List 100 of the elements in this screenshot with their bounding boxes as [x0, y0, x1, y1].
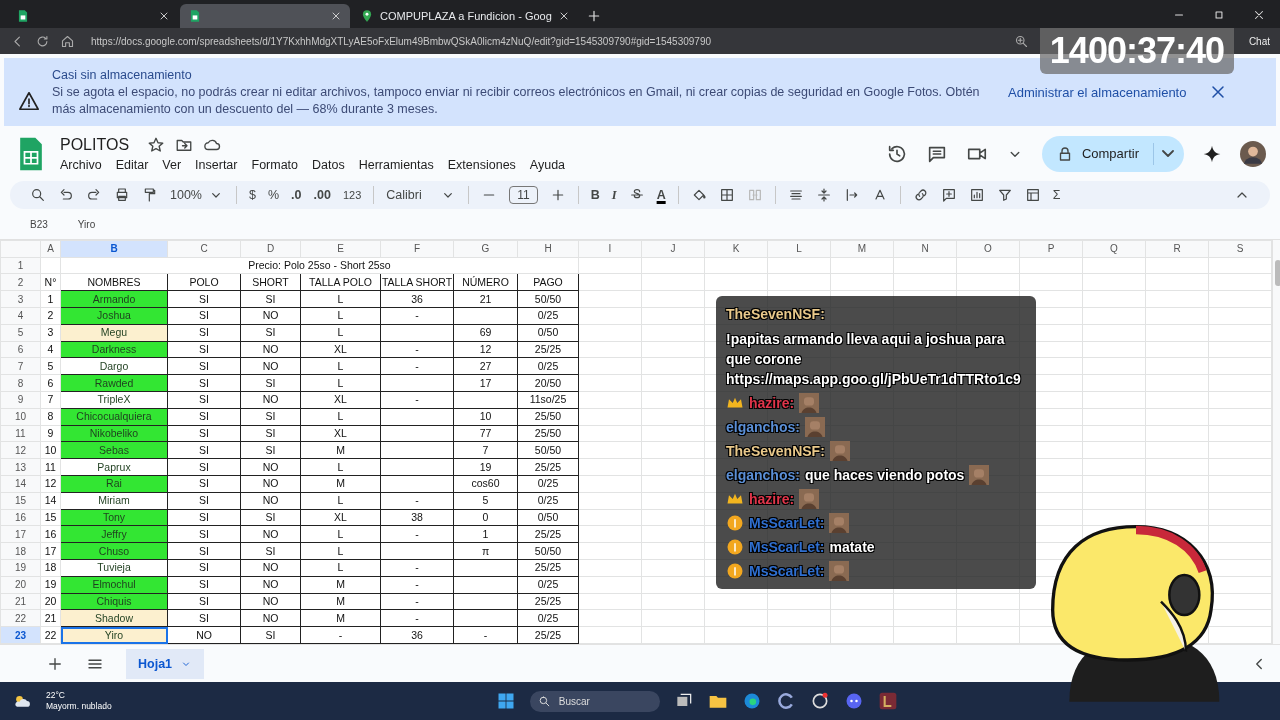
- column-header[interactable]: M: [830, 240, 894, 258]
- number-cell: 21: [40, 609, 61, 627]
- game-icon[interactable]: [877, 691, 898, 711]
- short-cell: NO: [240, 357, 301, 375]
- bold-button[interactable]: B: [590, 188, 600, 202]
- close-icon[interactable]: [1252, 8, 1266, 22]
- sheet-tab[interactable]: Hoja1: [126, 648, 205, 679]
- column-header[interactable]: K: [704, 240, 768, 258]
- star-icon[interactable]: [147, 135, 166, 154]
- functions-button[interactable]: Σ: [1052, 188, 1061, 202]
- emote-icon: [829, 441, 850, 461]
- polo-cell: SI: [167, 458, 241, 476]
- scrollbar-thumb[interactable]: [1275, 260, 1280, 286]
- align-icon[interactable]: [787, 187, 804, 203]
- menu-item[interactable]: Ver: [162, 157, 182, 172]
- menu-item[interactable]: Datos: [312, 157, 345, 172]
- menu-item[interactable]: Insertar: [195, 157, 238, 172]
- close-icon[interactable]: [330, 10, 342, 22]
- column-header[interactable]: G: [453, 240, 518, 258]
- browser-tab[interactable]: [180, 4, 350, 28]
- italic-button[interactable]: I: [611, 187, 617, 203]
- column-header[interactable]: Q: [1082, 240, 1146, 258]
- menu-item[interactable]: Editar: [115, 157, 149, 172]
- currency-button[interactable]: $: [249, 188, 256, 202]
- column-header[interactable]: J: [641, 240, 705, 258]
- font-size-field[interactable]: 11: [509, 186, 538, 204]
- zoom-icon[interactable]: [1013, 33, 1029, 49]
- number-cell: 12: [453, 341, 518, 358]
- column-header[interactable]: E: [300, 240, 381, 258]
- document-title[interactable]: POLITOS: [60, 135, 130, 154]
- number-cell: 3: [40, 324, 61, 342]
- column-header[interactable]: D: [240, 240, 301, 258]
- number-cell: 16: [40, 525, 61, 543]
- close-icon[interactable]: [158, 10, 170, 22]
- number-cell: 12: [40, 475, 61, 493]
- number-cell: 2: [40, 307, 61, 325]
- menu-item[interactable]: Archivo: [60, 157, 102, 172]
- column-header[interactable]: N: [893, 240, 957, 258]
- size-cell: -: [380, 307, 454, 325]
- spreadsheet-icon: [188, 9, 202, 23]
- payment-cell: 0/25: [517, 357, 579, 375]
- percent-button[interactable]: %: [267, 188, 280, 202]
- short-cell: SI: [240, 324, 301, 342]
- chart-icon[interactable]: [968, 187, 985, 203]
- refresh-icon[interactable]: [35, 33, 50, 49]
- formula-field[interactable]: Yiro: [77, 218, 96, 230]
- column-header[interactable]: H: [517, 240, 579, 258]
- number-cell: 69: [453, 324, 518, 342]
- polo-cell: SI: [167, 576, 241, 594]
- vertical-align-icon[interactable]: [815, 187, 832, 203]
- number-cell: 20: [40, 593, 61, 610]
- share-button[interactable]: Compartir: [1041, 135, 1184, 172]
- search-icon[interactable]: [30, 187, 46, 203]
- address-bar[interactable]: https://docs.google.com/spreadsheets/d/1Y7KxhhMdgXTLyAE5oFxElum49BmbwQSkA0licm4zNuQ/edit?gid=1545309790#gid=1545309790: [85, 35, 1004, 47]
- number-format-button[interactable]: 123: [342, 189, 362, 201]
- chat-button[interactable]: Chat: [1248, 33, 1270, 49]
- font-dropdown[interactable]: Calibri: [386, 187, 457, 203]
- polo-cell: SI: [167, 341, 241, 358]
- home-icon[interactable]: [60, 33, 75, 49]
- zoom-dropdown[interactable]: 100%: [170, 187, 224, 203]
- increase-decimals-button[interactable]: .00: [313, 188, 331, 202]
- manage-storage-link[interactable]: Administrar el almacenamiento: [1008, 84, 1187, 100]
- spreadsheet-logo-icon[interactable]: [18, 135, 44, 172]
- column-header[interactable]: F: [380, 240, 454, 258]
- column-header[interactable]: R: [1145, 240, 1209, 258]
- menu-item[interactable]: Formato: [251, 157, 299, 172]
- name-box[interactable]: B23: [30, 218, 48, 230]
- paint-format-icon[interactable]: [142, 187, 158, 203]
- number-cell: 19: [453, 458, 518, 476]
- add-comment-icon[interactable]: [940, 187, 957, 203]
- polo-cell: SI: [167, 475, 241, 493]
- menu-item[interactable]: Herramientas: [358, 157, 434, 172]
- menu-item[interactable]: Ayuda: [529, 157, 566, 172]
- column-header[interactable]: B: [60, 240, 168, 258]
- menu-item[interactable]: Extensiones: [447, 157, 516, 172]
- filter-icon[interactable]: [996, 187, 1013, 203]
- text-color-button[interactable]: A: [656, 188, 666, 202]
- taskbar-search-field[interactable]: Buscar: [529, 690, 660, 712]
- polo-cell: SI: [167, 593, 241, 610]
- browser-tab[interactable]: COMPUPLAZA a Fundicion - Goog: [352, 4, 578, 28]
- size-cell: XL: [300, 509, 381, 526]
- column-header[interactable]: S: [1208, 240, 1272, 258]
- avatar-icon[interactable]: [1240, 140, 1266, 167]
- polo-cell: SI: [167, 559, 241, 577]
- payment-cell: 0/25: [517, 492, 579, 510]
- maximize-icon[interactable]: [1212, 8, 1226, 22]
- borders-icon[interactable]: [718, 187, 735, 203]
- column-header[interactable]: P: [1019, 240, 1083, 258]
- print-icon[interactable]: [114, 187, 130, 203]
- column-header[interactable]: C: [167, 240, 241, 258]
- link-icon[interactable]: [912, 187, 929, 203]
- undo-icon[interactable]: [58, 187, 74, 203]
- payment-cell: 25/25: [517, 458, 579, 476]
- table-icon[interactable]: [1024, 187, 1041, 203]
- size-cell: -: [380, 559, 454, 577]
- column-header[interactable]: O: [956, 240, 1020, 258]
- decrease-decimals-button[interactable]: .0: [291, 188, 302, 202]
- column-header[interactable]: I: [578, 240, 642, 258]
- column-header[interactable]: L: [767, 240, 831, 258]
- redo-icon[interactable]: [86, 187, 102, 203]
